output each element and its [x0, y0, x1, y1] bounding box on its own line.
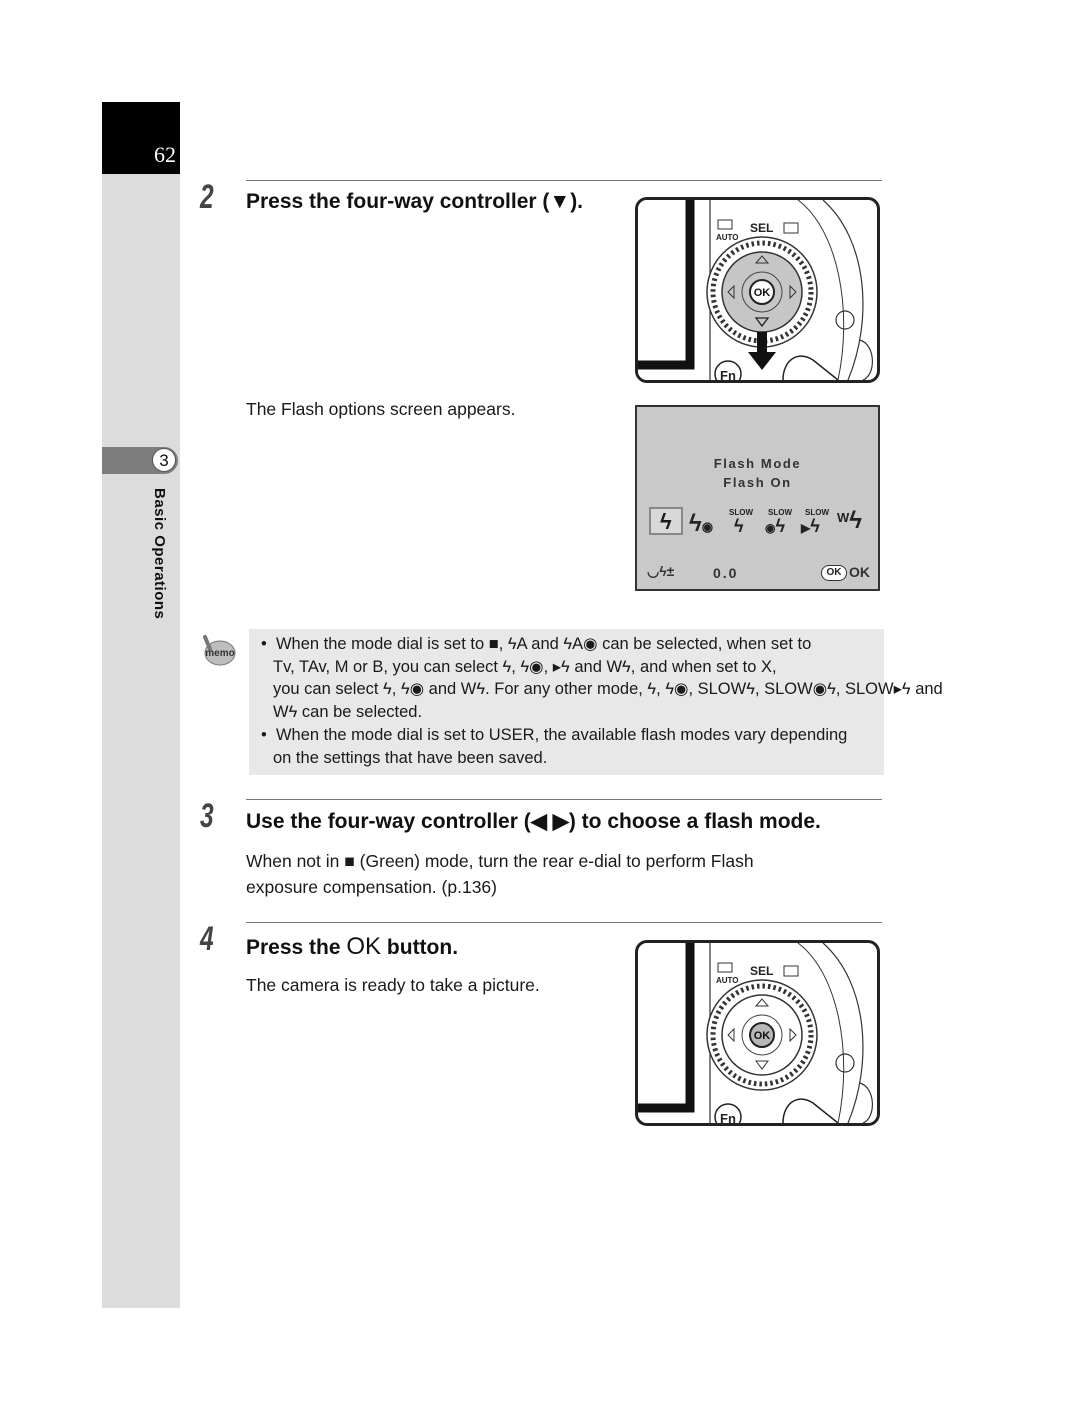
slow-sync-icon: ϟ — [734, 516, 744, 536]
auto-label: AUTO — [716, 233, 739, 242]
ok-button-label: OK — [754, 287, 771, 299]
mode-option-flash-on[interactable]: ϟ — [649, 507, 683, 535]
trailing-curtain-sync-icon: ▶ϟ — [801, 516, 820, 536]
step-number: 3 — [200, 797, 214, 835]
step-description: When not in ■ (Green) mode, turn the rea… — [246, 848, 754, 900]
page-number: 62 — [154, 142, 176, 167]
memo-bullet: • When the mode dial is set to USER, the… — [261, 724, 847, 769]
svg-text:memo: memo — [205, 648, 234, 659]
camera-back-drawing: AUTO SEL OK Fn — [638, 200, 873, 380]
chapter-title: Basic Operations — [151, 488, 168, 620]
divider — [246, 180, 882, 181]
divider — [246, 799, 882, 800]
description-line: When not in ■ (Green) mode, turn the rea… — [246, 851, 754, 871]
auto-label: AUTO — [716, 976, 739, 985]
step-description: The camera is ready to take a picture. — [246, 975, 540, 995]
camera-back-drawing: AUTO SEL OK Fn — [638, 943, 873, 1123]
chapter-number: 3 — [152, 448, 176, 472]
ok-action-label: OK — [849, 564, 870, 580]
sel-label: SEL — [750, 964, 773, 978]
ok-glyph: OK — [346, 933, 382, 960]
memo-line: you can select ϟ, ϟ◉ and Wϟ. For any oth… — [273, 680, 943, 698]
slow-sync-redeye-icon: ◉ϟ — [765, 516, 786, 536]
step-number: 4 — [200, 920, 214, 958]
memo-line: Tv, TAv, M or B, you can select ϟ, ϟ◉, ▸… — [273, 657, 777, 676]
memo-line: on the settings that have been saved. — [273, 748, 548, 767]
memo-line: Wϟ can be selected. — [273, 702, 423, 721]
fn-label: Fn — [720, 1111, 736, 1123]
memo-box: • When the mode dial is set to ■, ϟA and… — [249, 629, 943, 775]
side-strip — [102, 102, 180, 1308]
ok-button-icon: OK — [821, 565, 847, 581]
camera-controller-illustration-press-down: AUTO SEL OK Fn — [635, 197, 880, 383]
screen-heading: Flash Mode — [713, 456, 802, 471]
mode-option-flash-redeye[interactable]: ϟ◉ — [689, 510, 713, 538]
flash-on-icon: ϟ — [660, 509, 672, 534]
step-title: Press the four-way controller (▼). — [246, 190, 584, 213]
fn-label: Fn — [720, 368, 736, 380]
wireless-label: W — [837, 510, 850, 525]
divider — [246, 922, 882, 923]
sel-label: SEL — [750, 221, 773, 235]
memo-line: • When the mode dial is set to ■, ϟA and… — [261, 635, 812, 653]
step-title: Press the OK button. — [246, 933, 459, 960]
memo-icon: memo — [200, 633, 236, 667]
flash-redeye-icon: ϟ◉ — [689, 510, 714, 537]
description-line: exposure compensation. (p.136) — [246, 877, 497, 897]
mode-option-wireless[interactable]: Wϟ — [837, 507, 862, 535]
memo-bullet: • When the mode dial is set to ■, ϟA and… — [261, 633, 943, 723]
step-title: Use the four-way controller (◀ ▶) to cho… — [246, 810, 821, 833]
wireless-flash-icon: ϟ — [849, 507, 862, 534]
step-number: 2 — [200, 178, 214, 216]
camera-controller-illustration-ok: AUTO SEL OK Fn — [635, 940, 880, 1126]
memo-line: • When the mode dial is set to USER, the… — [261, 726, 848, 744]
selected-mode-name: Flash On — [723, 475, 792, 490]
ok-button-label: OK — [754, 1030, 771, 1042]
flash-options-screen: Flash Mode Flash On ϟ ϟ◉ SLOW ϟ SLOW ◉ϟ … — [635, 405, 880, 591]
exposure-comp-value: 0.0 — [713, 565, 739, 581]
step-description: The Flash options screen appears. — [246, 399, 516, 419]
exposure-comp-icon: ◡ϟ± — [647, 563, 675, 579]
